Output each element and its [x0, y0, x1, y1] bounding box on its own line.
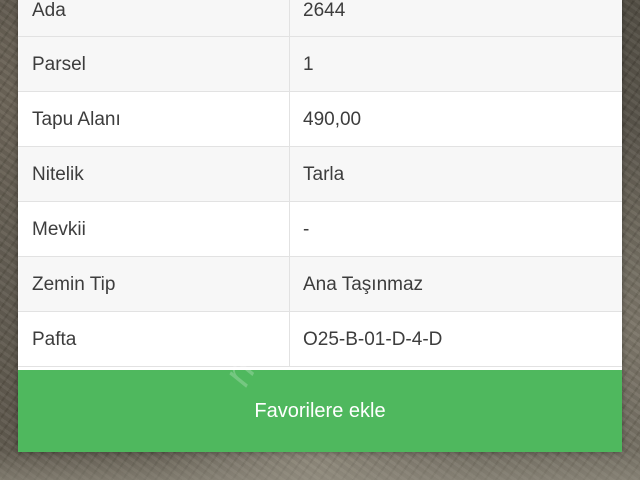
property-detail-table: Ada 2644 Parsel 1 Tapu Alanı 490,00 Nite…	[18, 0, 622, 367]
row-value-zemin-tip: Ana Taşınmaz	[303, 274, 424, 295]
row-value-pafta: O25-B-01-D-4-D	[303, 329, 443, 350]
row-label-mevkii: Mevkii	[32, 219, 86, 240]
row-label-ada: Ada	[32, 0, 66, 21]
column-divider	[289, 312, 290, 366]
table-row-ada: Ada 2644	[18, 0, 622, 37]
table-row-zemin-tip: Zemin Tip Ana Taşınmaz	[18, 257, 622, 312]
map-road	[0, 450, 640, 480]
row-label-nitelik: Nitelik	[32, 164, 84, 185]
table-row-tapu-alani: Tapu Alanı 490,00	[18, 92, 622, 147]
table-row-mevkii: Mevkii -	[18, 202, 622, 257]
row-label-zemin-tip: Zemin Tip	[32, 274, 116, 295]
column-divider	[289, 92, 290, 146]
table-row-pafta: Pafta O25-B-01-D-4-D	[18, 312, 622, 367]
row-value-mevkii: -	[303, 219, 310, 240]
row-label-parsel: Parsel	[32, 54, 86, 75]
property-detail-card: Ada 2644 Parsel 1 Tapu Alanı 490,00 Nite…	[18, 0, 622, 452]
row-label-tapu-alani: Tapu Alanı	[32, 109, 121, 130]
table-row-parsel: Parsel 1	[18, 37, 622, 92]
row-value-tapu-alani: 490,00	[303, 109, 362, 130]
column-divider	[289, 37, 290, 91]
row-label-pafta: Pafta	[32, 329, 77, 350]
column-divider	[289, 202, 290, 256]
row-value-nitelik: Tarla	[303, 164, 345, 185]
row-value-ada: 2644	[303, 0, 346, 21]
row-value-parsel: 1	[303, 54, 314, 75]
table-row-nitelik: Nitelik Tarla	[18, 147, 622, 202]
column-divider	[289, 257, 290, 311]
column-divider	[289, 147, 290, 201]
column-divider	[289, 0, 290, 36]
add-to-favorites-button[interactable]: Favorilere ekle	[18, 370, 622, 452]
